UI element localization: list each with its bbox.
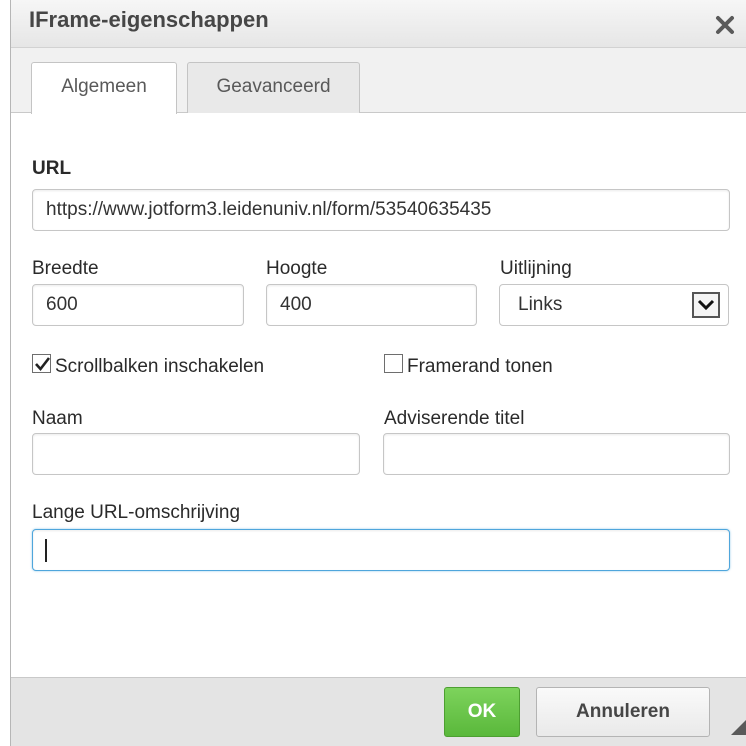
dialog-footer: OK Annuleren: [11, 677, 746, 746]
width-input[interactable]: [32, 284, 244, 326]
dialog-titlebar[interactable]: IFrame-eigenschappen: [11, 0, 746, 48]
height-input[interactable]: [266, 284, 477, 326]
dialog-title: IFrame-eigenschappen: [29, 7, 269, 32]
chevron-down-icon[interactable]: [692, 292, 720, 318]
alignment-selected-value: Links: [518, 294, 563, 315]
tab-bar: Algemeen Geavanceerd: [11, 48, 746, 114]
tab-geavanceerd[interactable]: Geavanceerd: [187, 62, 360, 113]
height-label: Hoogte: [266, 258, 328, 279]
frameborder-checkbox[interactable]: [384, 354, 403, 373]
alignment-select[interactable]: Links: [499, 284, 729, 326]
cancel-button[interactable]: Annuleren: [536, 687, 710, 737]
name-label: Naam: [32, 408, 83, 429]
width-label: Breedte: [32, 258, 99, 279]
close-icon[interactable]: [712, 12, 738, 38]
long-description-input[interactable]: [32, 529, 730, 571]
iframe-properties-dialog: IFrame-eigenschappen Algemeen Geavanceer…: [10, 0, 746, 746]
url-label: URL: [32, 158, 72, 179]
tab-algemeen[interactable]: Algemeen: [31, 62, 177, 114]
frameborder-label: Framerand tonen: [407, 356, 553, 377]
alignment-label: Uitlijning: [500, 258, 572, 279]
scrollbars-label: Scrollbalken inschakelen: [55, 356, 265, 377]
scrollbars-checkbox[interactable]: [32, 354, 51, 373]
name-input[interactable]: [32, 433, 360, 475]
ok-button[interactable]: OK: [444, 687, 520, 737]
text-cursor: [45, 539, 47, 562]
long-description-label: Lange URL-omschrijving: [32, 502, 241, 523]
resize-grip-icon[interactable]: [731, 719, 746, 735]
advisory-title-input[interactable]: [383, 433, 730, 475]
url-input[interactable]: [32, 189, 730, 231]
checkmark-icon: [35, 357, 51, 372]
advisory-title-label: Adviserende titel: [384, 408, 525, 429]
